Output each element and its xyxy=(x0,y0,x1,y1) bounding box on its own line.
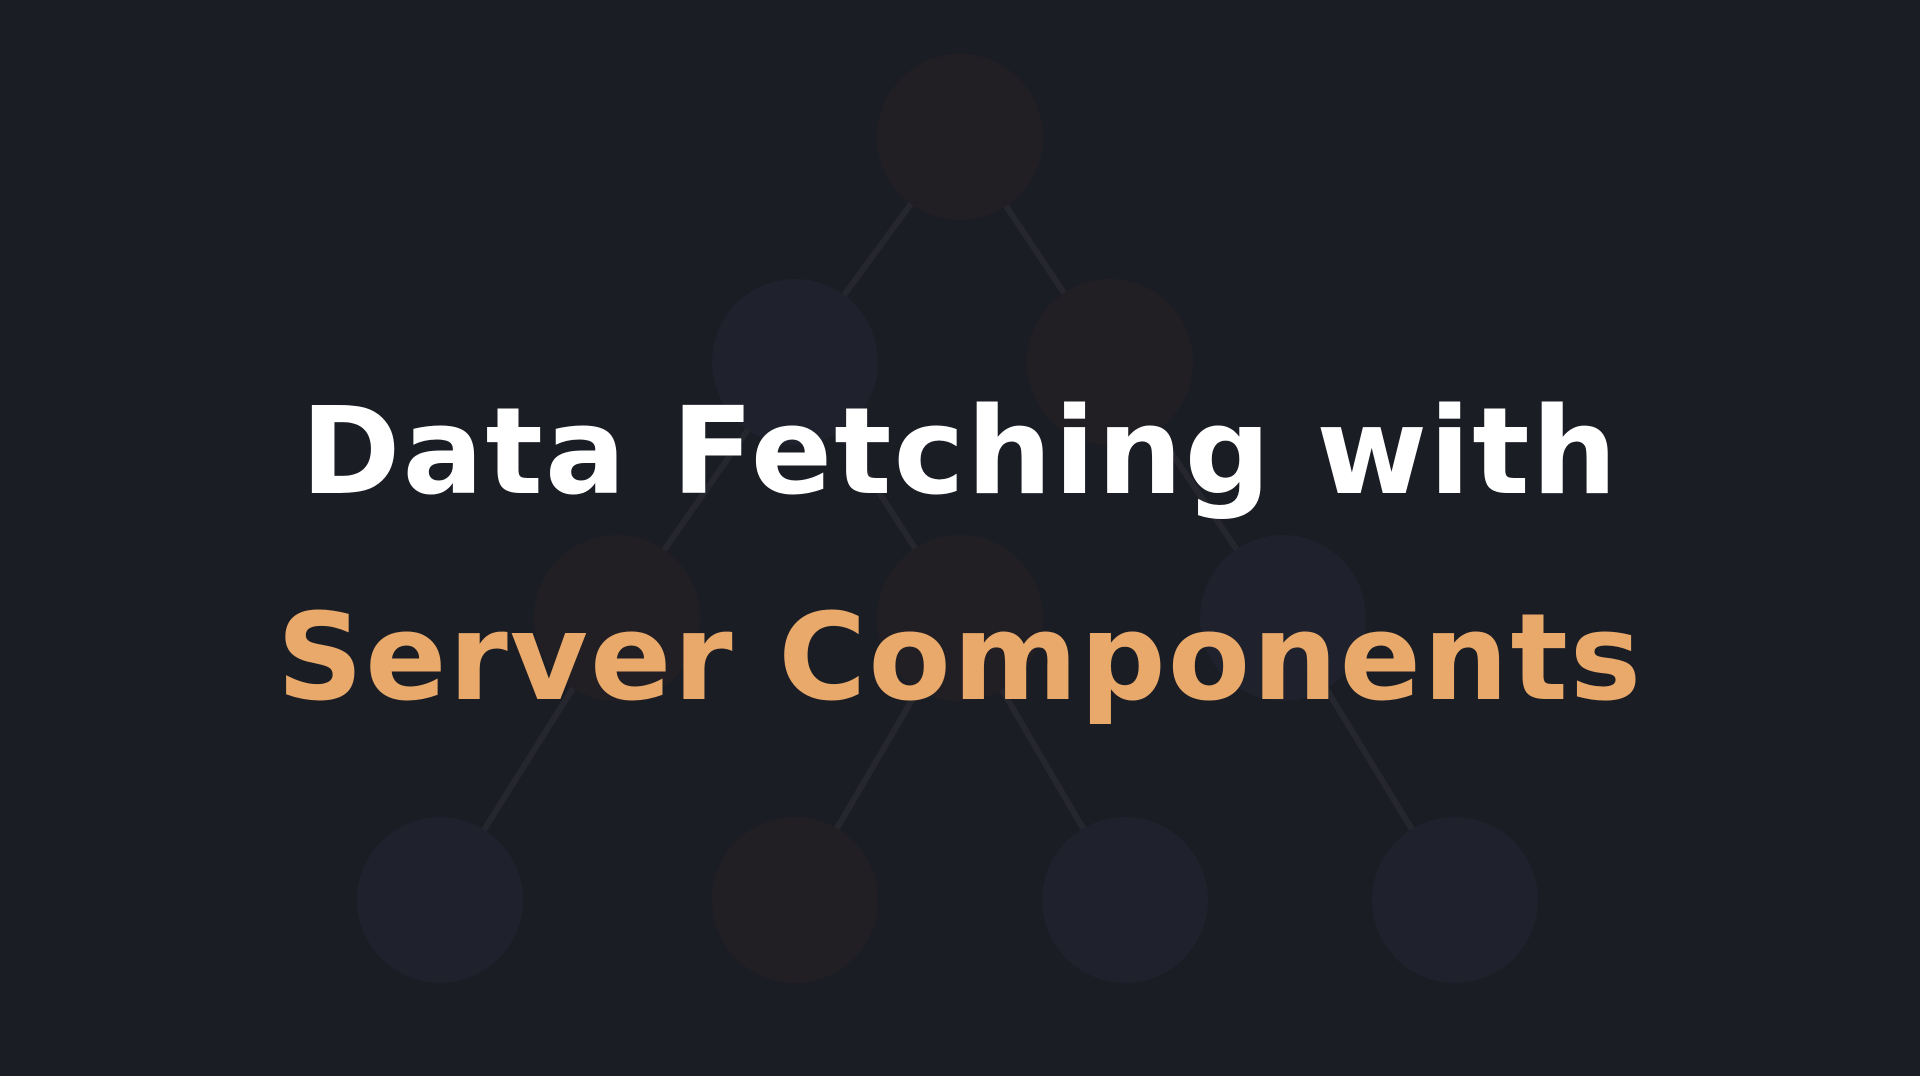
title-block: Data Fetching with Server Components xyxy=(0,0,1920,1076)
title-slide: Data Fetching with Server Components xyxy=(0,0,1920,1076)
title-line-accent: Server Components xyxy=(276,589,1644,728)
title-line-primary: Data Fetching with xyxy=(300,383,1620,522)
